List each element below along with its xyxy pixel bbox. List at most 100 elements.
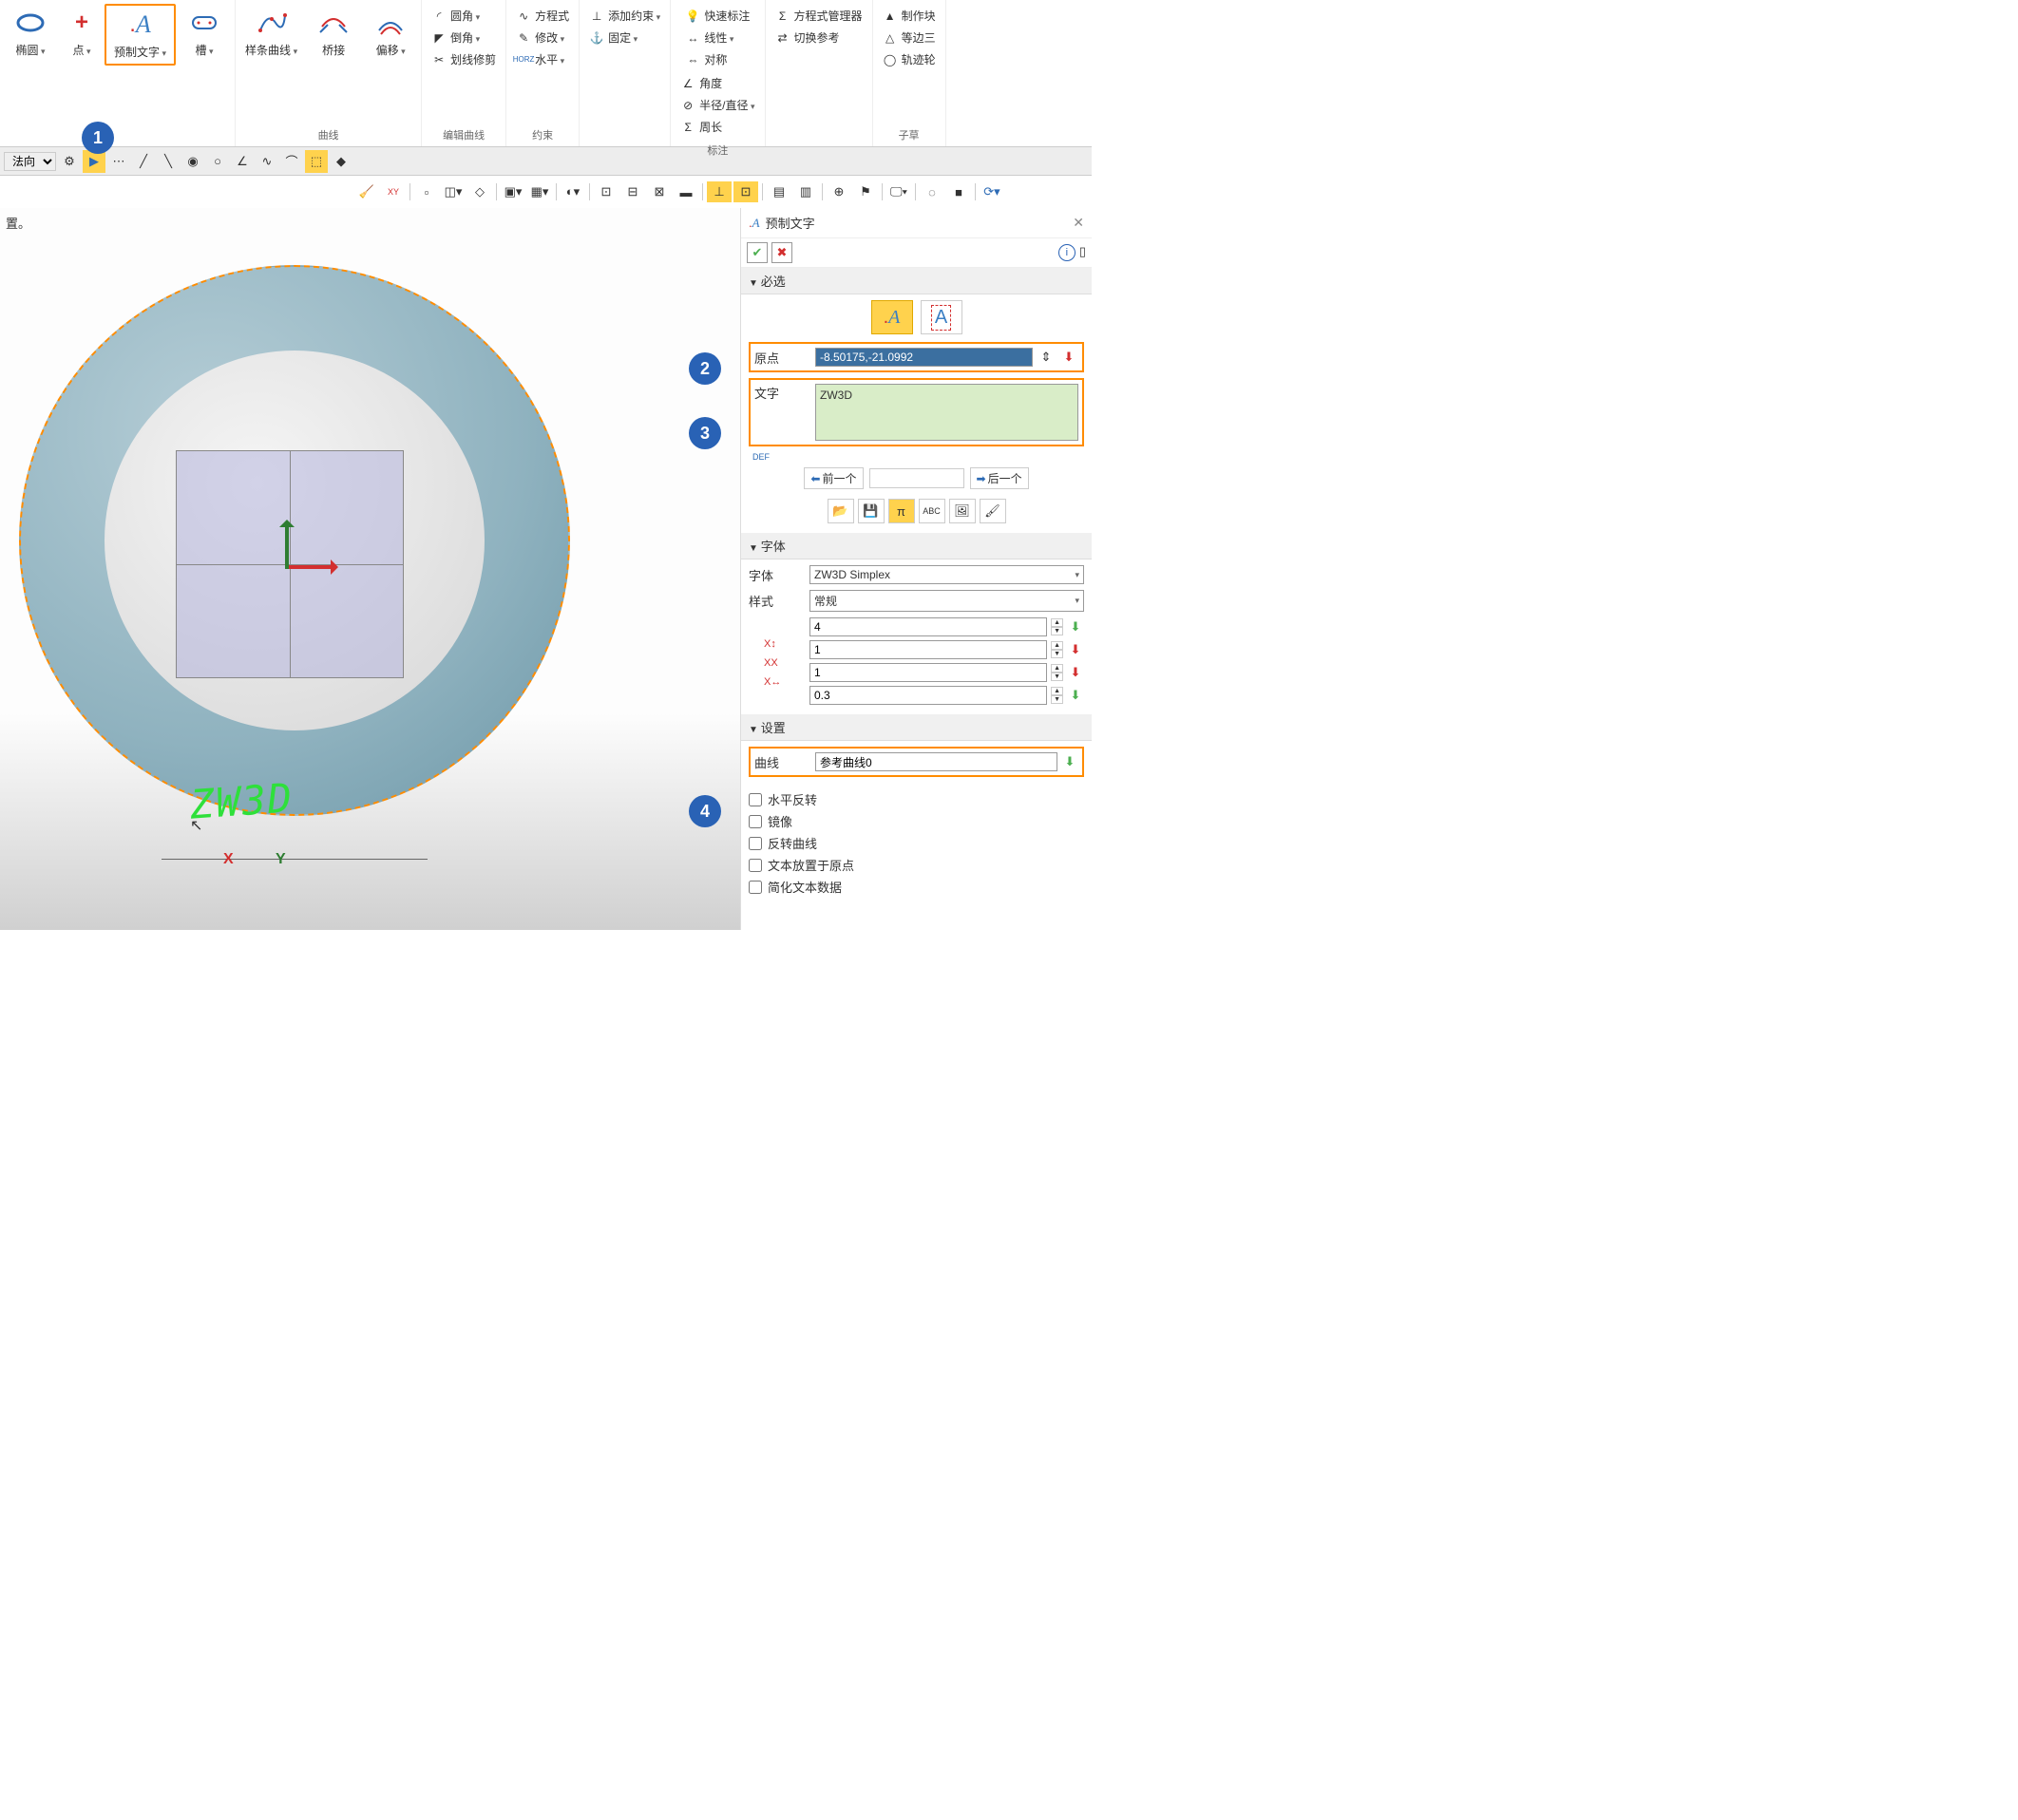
readytext-button[interactable]: .A 预制文字 [105, 4, 176, 66]
chk-atorig[interactable] [749, 859, 762, 872]
box-button[interactable]: ▫ [414, 181, 439, 202]
perimeter-button[interactable]: Σ周长 [676, 117, 758, 137]
refresh-button[interactable]: ⟳▾ [980, 181, 1004, 202]
const-button[interactable]: ⊥ [707, 181, 732, 202]
snap-button[interactable]: ⊡ [733, 181, 758, 202]
expand-button[interactable]: ▯ [1079, 244, 1086, 261]
size1-pick[interactable]: ⬇ [1067, 618, 1084, 635]
section-settings[interactable]: 设置 [741, 714, 1092, 741]
qb-dots[interactable]: ⋯ [107, 150, 130, 173]
makeblock-button[interactable]: ▲制作块 [879, 6, 940, 26]
qb-pick[interactable]: ⬚ [305, 150, 328, 173]
qb-circle2[interactable]: ○ [206, 150, 229, 173]
font-select[interactable]: ZW3D Simplex [809, 565, 1084, 584]
equation-button[interactable]: ∿方程式 [512, 6, 573, 26]
image-button[interactable]: 🖼 [949, 499, 976, 523]
target-button[interactable]: ⊕ [827, 181, 851, 202]
offset-button[interactable]: 偏移 [362, 4, 419, 62]
dotted-circle-button[interactable]: ◌ [920, 181, 944, 202]
dim3-button[interactable]: ⊠ [647, 181, 672, 202]
chk-mirror[interactable] [749, 815, 762, 828]
open-button[interactable]: 📂 [828, 499, 854, 523]
trimline-button[interactable]: ✂划线修剪 [428, 49, 500, 69]
next-button[interactable]: ➡后一个 [970, 467, 1029, 489]
eqmgr-button[interactable]: Σ方程式管理器 [771, 6, 866, 26]
close-button[interactable]: ✕ [1073, 215, 1084, 231]
angle-button[interactable]: ∠角度 [676, 73, 758, 93]
chamfer-button[interactable]: ◤倒角 [428, 28, 500, 47]
size2-pick[interactable]: ⬇ [1067, 641, 1084, 658]
iso-button[interactable]: ◇ [467, 181, 492, 202]
layer1-button[interactable]: ▤ [767, 181, 791, 202]
qb-line2[interactable]: ╲ [157, 150, 180, 173]
flag-button[interactable]: ⚑ [853, 181, 878, 202]
info-button[interactable]: i [1058, 244, 1076, 261]
dim4-button[interactable]: ▬ [674, 181, 698, 202]
curve-input[interactable] [815, 752, 1057, 771]
shade-button[interactable]: ◐▾ [561, 181, 585, 202]
size4-pick[interactable]: ⬇ [1067, 687, 1084, 704]
addconstraint-button[interactable]: ⊥添加约束 [585, 6, 664, 26]
chk-hflip[interactable] [749, 793, 762, 806]
style-select[interactable]: 常规 [809, 590, 1084, 612]
ellipse-button[interactable]: 椭圆 [2, 4, 59, 62]
section-required[interactable]: 必选 [741, 268, 1092, 294]
save-button[interactable]: 💾 [858, 499, 885, 523]
text-input[interactable]: ZW3D [815, 384, 1078, 441]
section-button[interactable]: ▣▾ [501, 181, 525, 202]
origin-input[interactable] [815, 348, 1033, 367]
curve-pick[interactable]: ⬇ [1061, 753, 1078, 770]
spline-button[interactable]: 样条曲线 [238, 4, 305, 62]
prev-button[interactable]: ⬅前一个 [804, 467, 863, 489]
size3-input[interactable] [809, 663, 1047, 682]
bridge-button[interactable]: 桥接 [305, 4, 362, 62]
slot-button[interactable]: 槽 [176, 4, 233, 62]
black-square-button[interactable]: ■ [946, 181, 971, 202]
horizontal-button[interactable]: HORZ水平 [512, 49, 573, 69]
isotri-button[interactable]: △等边三 [879, 28, 940, 47]
qb-circle1[interactable]: ◉ [181, 150, 204, 173]
size4-input[interactable] [809, 686, 1047, 705]
xy-button[interactable]: XY [381, 181, 406, 202]
eraser-button[interactable]: 🧹 [354, 181, 379, 202]
mode-point-text[interactable]: .A [871, 300, 913, 334]
origin-pick[interactable]: ⬇ [1059, 348, 1078, 367]
fillet-button[interactable]: ◜圆角 [428, 6, 500, 26]
abc-button[interactable]: ABC [919, 499, 945, 523]
qb-arc[interactable]: ⌒ [280, 150, 303, 173]
origin-dropdown[interactable]: ⇕ [1037, 348, 1056, 367]
layer2-button[interactable]: ▥ [793, 181, 818, 202]
chk-revcurve[interactable] [749, 837, 762, 850]
qb-cube[interactable]: ◆ [330, 150, 352, 173]
point-button[interactable]: + 点 [59, 4, 105, 62]
qb-line1[interactable]: ╱ [132, 150, 155, 173]
grid-button[interactable]: ▦▾ [527, 181, 552, 202]
size1-input[interactable] [809, 617, 1047, 636]
quickdim-button[interactable]: 💡快速标注 [681, 6, 753, 26]
size2-input[interactable] [809, 640, 1047, 659]
section-font[interactable]: 字体 [741, 533, 1092, 559]
normal-select[interactable]: 法向 [4, 152, 56, 171]
cancel-button[interactable]: ✖ [771, 242, 792, 263]
chk-simplify[interactable] [749, 881, 762, 894]
nav-input[interactable] [869, 468, 964, 488]
tracewheel-button[interactable]: ◯轨迹轮 [879, 49, 940, 69]
dim1-button[interactable]: ⊡ [594, 181, 619, 202]
brush-button[interactable]: 🖌 [980, 499, 1006, 523]
radius-button[interactable]: ⊘半径/直径 [676, 95, 758, 115]
linear-button[interactable]: ↔线性 [681, 28, 753, 47]
gear-button[interactable]: ⚙ [58, 150, 81, 173]
dim2-button[interactable]: ⊟ [620, 181, 645, 202]
cube-button[interactable]: ◫▾ [441, 181, 466, 202]
switchref-button[interactable]: ⇄切换参考 [771, 28, 866, 47]
qb-wave[interactable]: ∿ [256, 150, 278, 173]
qb-angle[interactable]: ∠ [231, 150, 254, 173]
viewport[interactable]: 置。 ZW3D X Y ↖ 2 3 4 [0, 208, 740, 930]
size3-pick[interactable]: ⬇ [1067, 664, 1084, 681]
modify-button[interactable]: ✎修改 [512, 28, 573, 47]
mode-box-text[interactable]: A [921, 300, 962, 334]
ok-button[interactable]: ✔ [747, 242, 768, 263]
pi-button[interactable]: π [888, 499, 915, 523]
fix-button[interactable]: ⚓固定 [585, 28, 664, 47]
monitor-button[interactable]: 🖵▾ [886, 181, 911, 202]
